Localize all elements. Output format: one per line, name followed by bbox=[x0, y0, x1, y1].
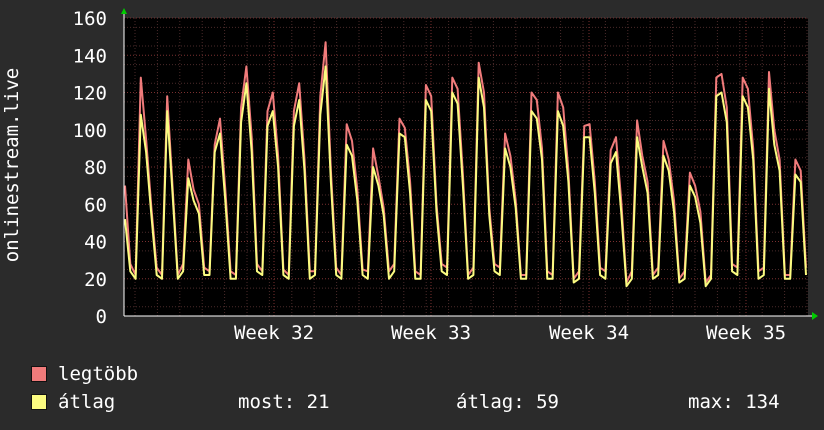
legend-swatch-avg bbox=[31, 394, 47, 410]
stat-max-label: max: bbox=[688, 391, 734, 413]
stat-current-label: most: bbox=[238, 391, 296, 413]
x-tick-label: Week 32 bbox=[234, 322, 314, 344]
x-tick-label: Week 34 bbox=[549, 322, 629, 344]
stat-average-label: átlag: bbox=[456, 391, 525, 413]
x-axis-ticks: Week 32 Week 33 Week 34 Week 35 bbox=[234, 322, 786, 344]
y-tick-label: 120 bbox=[73, 83, 107, 105]
stat-average: átlag: 59 bbox=[456, 392, 559, 412]
stat-current: most: 21 bbox=[238, 392, 330, 412]
y-tick-label: 40 bbox=[84, 232, 107, 254]
x-tick-label: Week 33 bbox=[391, 322, 471, 344]
x-tick-label: Week 35 bbox=[706, 322, 786, 344]
stat-average-value: 59 bbox=[536, 391, 559, 413]
x-axis-arrow-icon bbox=[812, 312, 818, 320]
y-tick-label: 60 bbox=[84, 194, 107, 216]
stat-max: max: 134 bbox=[688, 392, 780, 412]
y-tick-label: 0 bbox=[96, 306, 107, 328]
legend-label-avg: átlag bbox=[58, 391, 116, 413]
legend-label-max: legtöbb bbox=[58, 363, 139, 385]
y-tick-label: 80 bbox=[84, 157, 107, 179]
stat-max-value: 134 bbox=[745, 391, 780, 413]
y-axis-label: onlinestream.live bbox=[1, 68, 23, 262]
stat-current-value: 21 bbox=[306, 391, 330, 413]
y-axis-arrow-icon bbox=[121, 8, 127, 14]
y-tick-label: 20 bbox=[84, 269, 107, 291]
y-axis-ticks: 0 20 40 60 80 100 120 140 160 bbox=[73, 8, 107, 328]
legend-swatch-max bbox=[31, 366, 47, 382]
y-tick-label: 100 bbox=[73, 120, 107, 142]
y-tick-label: 160 bbox=[73, 8, 107, 30]
y-tick-label: 140 bbox=[73, 45, 107, 67]
